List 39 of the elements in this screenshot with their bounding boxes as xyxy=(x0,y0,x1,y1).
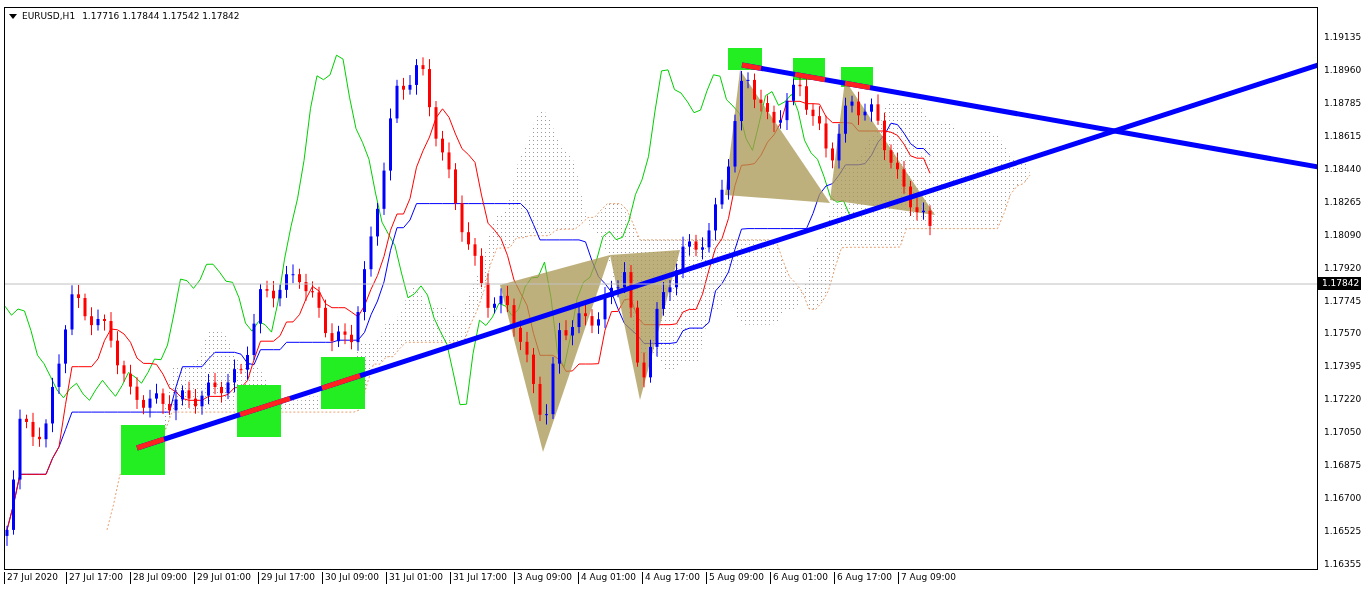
price-label: 1.17920 xyxy=(1323,261,1363,274)
time-label: 28 Jul 09:00 xyxy=(130,572,194,584)
time-label: 3 Aug 09:00 xyxy=(514,572,578,584)
time-label: 27 Jul 17:00 xyxy=(66,572,130,584)
time-label: 27 Jul 2020 xyxy=(4,572,66,584)
time-label: 6 Aug 17:00 xyxy=(834,572,898,584)
price-label: 1.17050 xyxy=(1323,426,1363,439)
highlight-zone xyxy=(121,425,165,475)
highlight-zone xyxy=(321,357,365,409)
time-label: 4 Aug 17:00 xyxy=(642,572,706,584)
price-label: 1.17220 xyxy=(1323,393,1363,406)
quote-values: 1.17716 1.17844 1.17542 1.17842 xyxy=(82,11,240,21)
price-label: 1.17570 xyxy=(1323,327,1363,340)
price-label: 1.18090 xyxy=(1323,228,1363,241)
time-label: 7 Aug 09:00 xyxy=(898,572,962,584)
price-label: 1.18265 xyxy=(1323,195,1363,208)
price-label: 1.18615 xyxy=(1323,129,1363,142)
price-label: 1.16700 xyxy=(1323,492,1363,505)
price-label: 1.18440 xyxy=(1323,162,1363,175)
time-label: 5 Aug 09:00 xyxy=(706,572,770,584)
time-label: 30 Jul 09:00 xyxy=(322,572,386,584)
price-label: 1.16875 xyxy=(1323,459,1363,472)
highlight-zone xyxy=(237,385,281,437)
time-label: 29 Jul 01:00 xyxy=(194,572,258,584)
price-label: 1.17395 xyxy=(1323,360,1363,373)
time-label: 4 Aug 01:00 xyxy=(578,572,642,584)
price-label: 1.17745 xyxy=(1323,294,1363,307)
time-label: 31 Jul 17:00 xyxy=(450,572,514,584)
current-price-label: 1.17842 xyxy=(1318,277,1362,290)
time-label: 31 Jul 01:00 xyxy=(386,572,450,584)
price-label: 1.18785 xyxy=(1323,96,1363,109)
symbol-label: EURUSD,H1 xyxy=(22,11,76,21)
price-label: 1.16525 xyxy=(1323,525,1363,538)
price-label: 1.16355 xyxy=(1323,558,1363,570)
price-label: 1.19135 xyxy=(1323,31,1363,43)
dropdown-icon xyxy=(9,13,17,19)
price-label: 1.18960 xyxy=(1323,63,1363,76)
time-label: 6 Aug 01:00 xyxy=(770,572,834,584)
time-label: 29 Jul 17:00 xyxy=(258,572,322,584)
